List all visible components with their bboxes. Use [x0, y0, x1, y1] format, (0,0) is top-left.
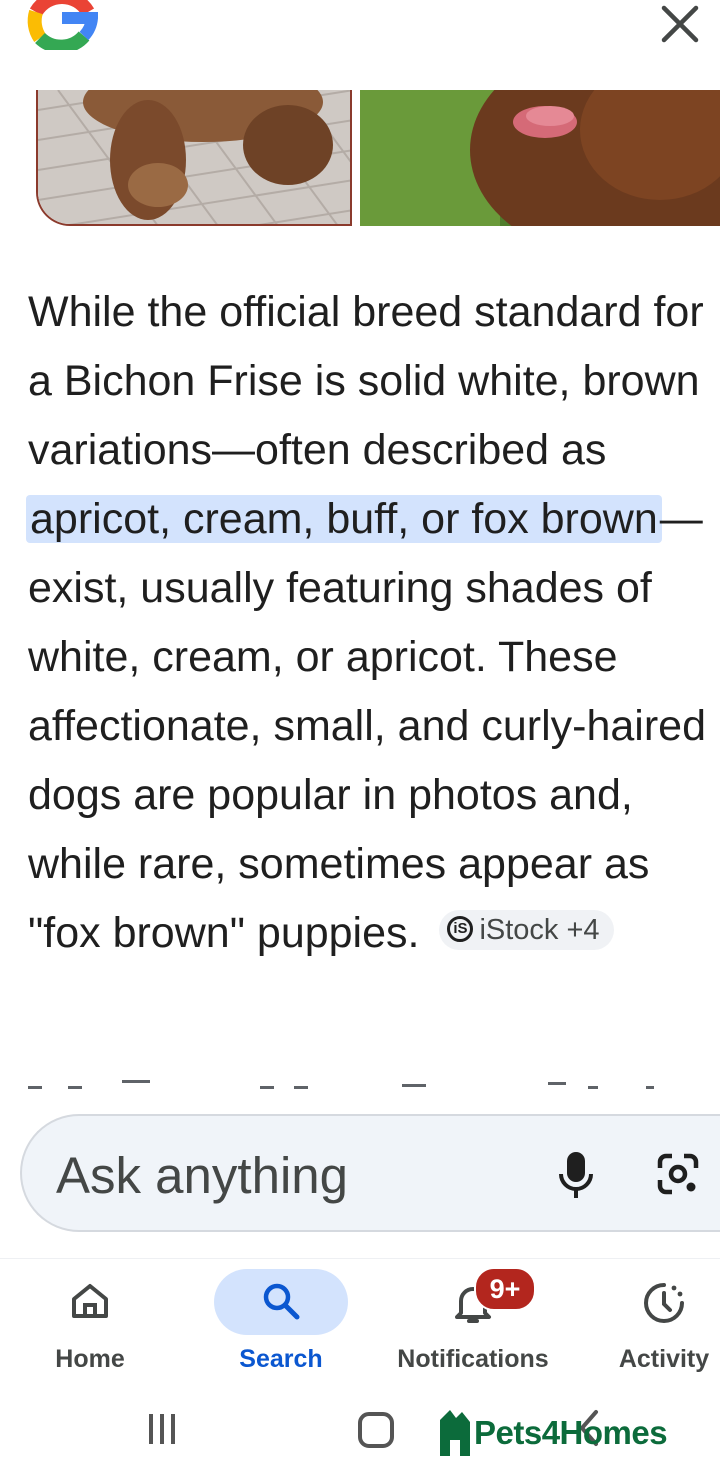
activity-icon: [644, 1283, 684, 1323]
nav-home[interactable]: Home: [20, 1259, 160, 1391]
system-home-button[interactable]: [358, 1412, 394, 1448]
search-icon: [263, 1283, 300, 1320]
close-icon[interactable]: [655, 0, 705, 46]
nav-activity[interactable]: Activity: [604, 1259, 720, 1391]
google-g-icon[interactable]: [26, 0, 98, 50]
nav-notifications-label: Notifications: [397, 1345, 549, 1373]
istock-icon: iS: [447, 915, 474, 942]
ai-answer-paragraph: While the official breed standard for a …: [26, 278, 720, 968]
notification-count-badge: 9+: [474, 1267, 536, 1311]
nav-search-label: Search: [239, 1345, 323, 1373]
nav-activity-label: Activity: [618, 1345, 710, 1373]
nav-search[interactable]: Search: [206, 1259, 356, 1391]
source-chip[interactable]: iS iStock +4: [439, 909, 614, 950]
watermark-text: Pets4Homes: [474, 1414, 668, 1451]
highlighted-color-terms[interactable]: apricot, cream, buff, or fox brown: [26, 495, 662, 543]
google-lens-icon[interactable]: [656, 1152, 700, 1196]
ask-anything-search-bar[interactable]: Ask anything: [20, 1114, 720, 1232]
top-bar: [0, 0, 720, 80]
source-chip-label: iStock +4: [479, 913, 600, 946]
pets4homes-logo-icon: [440, 1410, 470, 1456]
microphone-icon[interactable]: [558, 1150, 594, 1200]
answer-text-part2: —exist, usually featuring shades of whit…: [28, 495, 707, 957]
bottom-navigation: Home Search Notifications 9+ Activity: [0, 1258, 720, 1391]
cut-off-text-line: [28, 1080, 654, 1089]
nav-home-label: Home: [55, 1345, 125, 1373]
search-input-placeholder[interactable]: Ask anything: [56, 1146, 348, 1205]
brown-bichon-paws-photo[interactable]: [36, 90, 352, 226]
recent-apps-icon[interactable]: [146, 1412, 178, 1446]
brown-dog-tongue-photo[interactable]: [360, 90, 720, 226]
answer-text-part1: While the official breed standard for a …: [28, 288, 704, 474]
home-icon: [72, 1284, 108, 1318]
